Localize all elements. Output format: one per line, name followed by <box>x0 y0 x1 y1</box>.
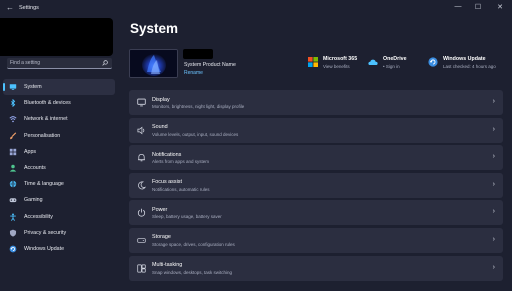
card-notifications[interactable]: Notifications Alerts from apps and syste… <box>129 145 503 171</box>
microsoft-logo-icon <box>308 57 318 67</box>
minimize-button[interactable]: — <box>452 3 464 10</box>
sidebar-item-privacy-security[interactable]: Privacy & security <box>3 225 115 241</box>
chevron-right-icon: › <box>492 208 495 216</box>
storage-icon <box>137 238 146 243</box>
accessibility-icon <box>9 212 17 221</box>
card-focus-assist[interactable]: Focus assist Notifications, automatic ru… <box>129 172 503 198</box>
sidebar-item-apps[interactable]: Apps <box>3 144 115 160</box>
card-subtitle: Notifications, automatic rules <box>152 186 210 192</box>
quick-link-title: Windows Update <box>443 56 486 62</box>
sidebar-item-system[interactable]: System <box>3 79 115 95</box>
apps-icon <box>9 148 17 156</box>
device-name-redacted <box>183 49 213 59</box>
app-title: Settings <box>19 5 39 11</box>
sidebar-item-label: Accounts <box>24 164 46 171</box>
sidebar-item-label: Bluetooth & devices <box>24 100 71 107</box>
sidebar-item-label: Accessibility <box>24 213 53 220</box>
chevron-right-icon: › <box>492 235 495 243</box>
card-subtitle: Alerts from apps and system <box>152 159 210 165</box>
page-title: System <box>130 21 179 36</box>
sidebar-item-windows-update[interactable]: Windows Update <box>3 241 115 257</box>
rename-link[interactable]: Rename <box>184 70 203 76</box>
quick-link-subtitle: Last checked: 4 hours ago <box>443 64 496 69</box>
cloud-icon <box>368 59 378 65</box>
chevron-right-icon: › <box>492 263 495 271</box>
device-wallpaper-image[interactable] <box>129 49 178 78</box>
wifi-icon <box>9 115 17 123</box>
card-title: Multi-tasking <box>152 262 183 269</box>
card-multitasking[interactable]: Multi-tasking Snap windows, desktops, ta… <box>129 255 503 281</box>
card-power[interactable]: Power Sleep, battery usage, battery save… <box>129 200 503 226</box>
card-subtitle: Sleep, battery usage, battery saver <box>152 214 222 220</box>
sidebar-item-label: Time & language <box>24 181 64 188</box>
sidebar-item-accounts[interactable]: Accounts <box>3 160 115 176</box>
quick-link-onedrive[interactable]: OneDrive • Sign in <box>368 56 407 70</box>
sidebar-item-time-language[interactable]: Time & language <box>3 176 115 192</box>
settings-cards: Display Monitors, brightness, night ligh… <box>129 90 503 283</box>
monitor-icon <box>9 83 17 91</box>
display-icon <box>137 98 146 107</box>
chevron-right-icon: › <box>492 153 495 161</box>
search-box[interactable] <box>7 58 112 69</box>
speaker-icon <box>137 126 145 134</box>
maximize-button[interactable]: ☐ <box>472 3 484 11</box>
card-subtitle: Storage space, drives, configuration rul… <box>152 241 235 247</box>
card-sound[interactable]: Sound Volume levels, output, input, soun… <box>129 117 503 143</box>
sidebar-item-label: Apps <box>24 148 37 155</box>
device-model: System Product Name <box>184 62 236 68</box>
sidebar-item-label: System <box>24 84 42 90</box>
sidebar-item-label: Personalisation <box>24 132 61 139</box>
sidebar-item-network[interactable]: Network & internet <box>3 111 115 127</box>
quick-link-title: Microsoft 365 <box>323 56 358 62</box>
sidebar-item-label: Gaming <box>24 197 43 204</box>
quick-link-microsoft365[interactable]: Microsoft 365 View benefits <box>308 56 357 70</box>
card-title: Display <box>152 96 170 103</box>
card-title: Power <box>152 206 168 213</box>
sidebar-item-label: Windows Update <box>24 245 65 252</box>
sidebar-item-personalisation[interactable]: Personalisation <box>3 128 115 144</box>
search-input[interactable] <box>7 58 99 68</box>
sidebar-item-bluetooth[interactable]: Bluetooth & devices <box>3 95 115 111</box>
sidebar-item-accessibility[interactable]: Accessibility <box>3 209 115 225</box>
title-bar: ← Settings — ☐ ✕ <box>0 0 512 18</box>
bell-icon <box>138 154 145 162</box>
brush-icon <box>9 131 17 140</box>
moon-icon <box>138 181 146 190</box>
chevron-right-icon: › <box>492 125 495 133</box>
person-icon <box>9 164 17 172</box>
card-title: Focus assist <box>152 179 182 186</box>
quick-link-windows-update[interactable]: Windows Update Last checked: 4 hours ago <box>428 56 496 70</box>
quick-link-subtitle: View benefits <box>323 64 350 69</box>
sidebar-nav: System Bluetooth & devices Network & int… <box>3 79 115 257</box>
user-profile-redacted[interactable] <box>0 18 113 56</box>
gamepad-icon <box>9 196 17 204</box>
card-title: Notifications <box>152 151 182 158</box>
chevron-right-icon: › <box>492 98 495 105</box>
sidebar-item-label: Privacy & security <box>24 229 67 236</box>
power-icon <box>137 209 146 217</box>
sidebar-item-gaming[interactable]: Gaming <box>3 192 115 208</box>
quick-link-title: OneDrive <box>383 56 407 62</box>
card-subtitle: Volume levels, output, input, sound devi… <box>152 131 239 137</box>
card-title: Storage <box>152 234 171 241</box>
back-arrow-icon[interactable]: ← <box>6 3 14 12</box>
quick-link-subtitle: • Sign in <box>383 64 400 69</box>
globe-icon <box>9 180 17 188</box>
close-button[interactable]: ✕ <box>494 3 506 11</box>
update-icon <box>9 245 17 253</box>
multitask-icon <box>137 264 146 273</box>
card-subtitle: Snap windows, desktops, task switching <box>152 269 233 275</box>
wallpaper-icon <box>130 50 177 77</box>
bluetooth-icon <box>9 99 17 108</box>
update-icon <box>428 57 438 67</box>
shield-icon <box>9 229 17 237</box>
card-title: Sound <box>152 124 168 131</box>
search-icon[interactable] <box>102 60 108 66</box>
card-subtitle: Monitors, brightness, night light, displ… <box>152 104 245 109</box>
card-display[interactable]: Display Monitors, brightness, night ligh… <box>129 90 503 115</box>
sidebar-item-label: Network & internet <box>24 116 68 123</box>
chevron-right-icon: › <box>492 180 495 188</box>
card-storage[interactable]: Storage Storage space, drives, configura… <box>129 227 503 253</box>
